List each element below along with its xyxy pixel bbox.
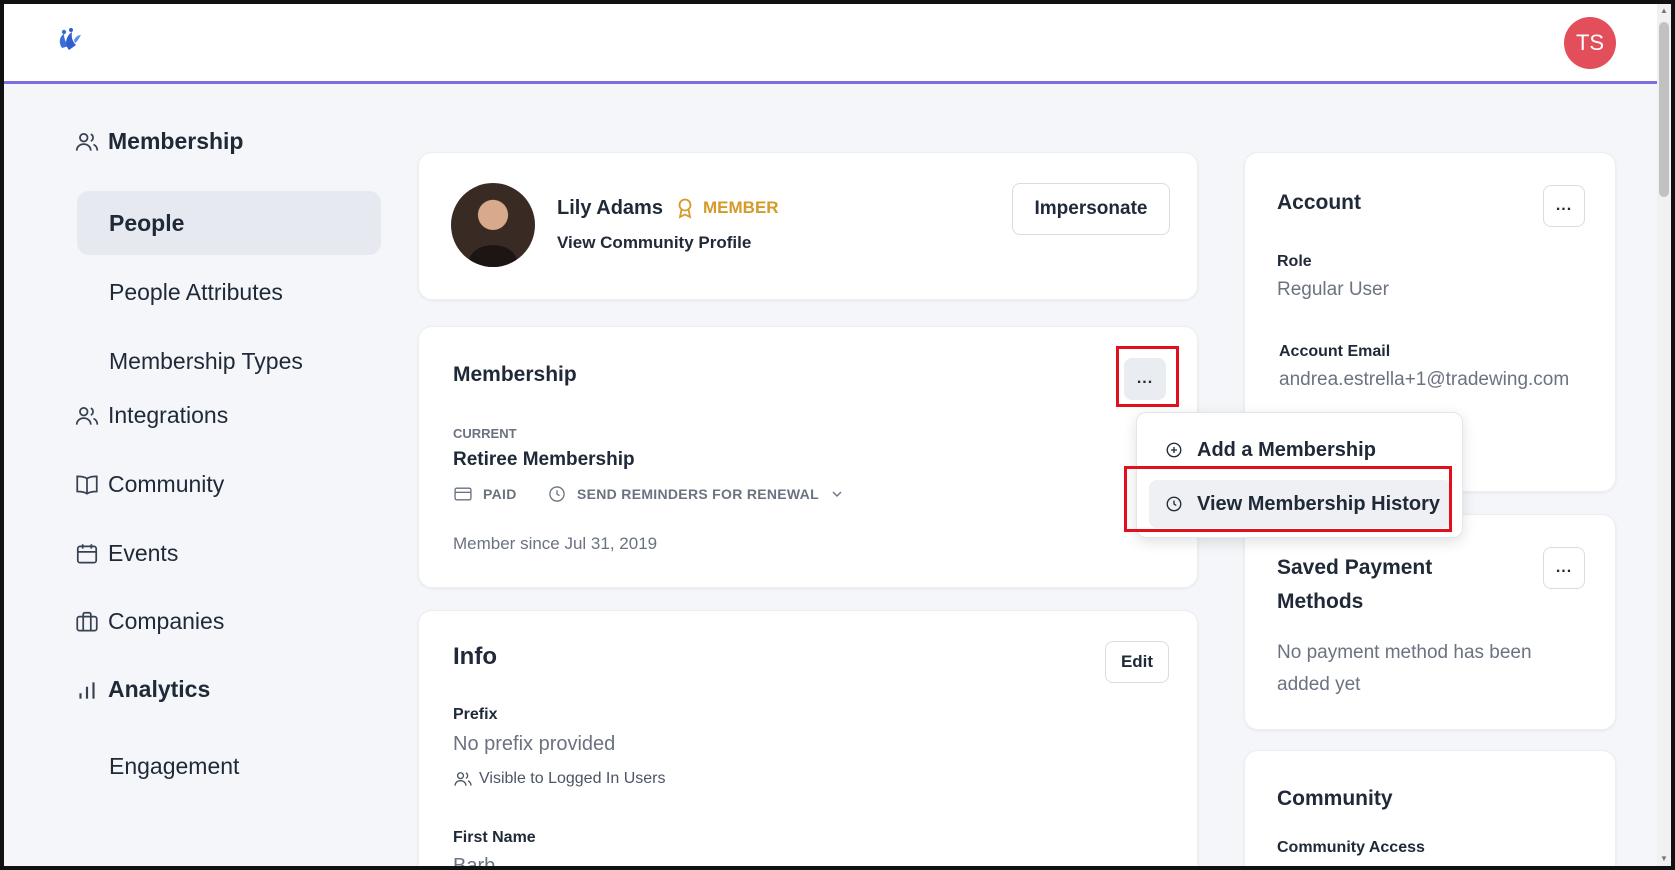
sidebar-section-community[interactable]: Community (74, 471, 224, 498)
membership-card: Membership ... CURRENT Retiree Membershi… (418, 326, 1198, 588)
scroll-up-arrow-icon[interactable]: ▲ (1659, 6, 1669, 16)
sidebar-section-label: Analytics (108, 676, 211, 702)
brand-logo-icon[interactable] (54, 26, 84, 56)
sidebar-section-events[interactable]: Events (74, 540, 178, 567)
payment-card-title-line2: Methods (1277, 590, 1364, 613)
sidebar-section-label: Events (108, 540, 179, 566)
renewal-reminders-toggle[interactable]: SEND REMINDERS FOR RENEWAL (547, 484, 845, 504)
sidebar: Membership People People Attributes Memb… (4, 84, 394, 866)
clock-icon (549, 486, 565, 502)
menu-item-label: View Membership History (1197, 492, 1441, 515)
scrollbar-thumb[interactable] (1659, 22, 1669, 197)
impersonate-button[interactable]: Impersonate (1012, 183, 1170, 235)
profile-avatar (451, 183, 535, 267)
menu-item-label: Add a Membership (1197, 438, 1376, 461)
payment-empty-line2: added yet (1277, 674, 1361, 695)
users-icon (75, 132, 99, 151)
sidebar-item-engagement[interactable]: Engagement (77, 734, 381, 798)
plus-circle-icon (1166, 442, 1182, 458)
chevron-down-icon (832, 491, 842, 497)
first-name-label: First Name (453, 829, 536, 846)
clock-icon (1166, 496, 1182, 512)
payment-status: PAID (453, 484, 517, 504)
payment-methods-card: Saved Payment Methods ... No payment met… (1244, 514, 1616, 730)
visibility-indicator: Visible to Logged In Users (453, 769, 665, 789)
award-icon (678, 198, 692, 219)
sidebar-section-label: Integrations (108, 402, 229, 428)
membership-card-title: Membership (453, 363, 577, 386)
paid-label: PAID (483, 486, 517, 502)
member-since: Member since Jul 31, 2019 (453, 534, 658, 553)
sidebar-item-membership-types[interactable]: Membership Types (77, 329, 381, 393)
member-badge-label: MEMBER (703, 198, 779, 217)
info-card-title: Info (453, 643, 497, 670)
payment-card-title-line1: Saved Payment (1277, 556, 1433, 579)
users-icon (75, 406, 99, 425)
sidebar-section-label: Community (108, 471, 225, 497)
sidebar-section-label: Companies (108, 608, 225, 634)
profile-card: Lily Adams MEMBER View Community Profile… (418, 152, 1198, 300)
briefcase-icon (76, 611, 98, 632)
membership-more-button[interactable]: ... (1124, 358, 1166, 400)
payment-more-button[interactable]: ... (1543, 547, 1585, 589)
edit-button[interactable]: Edit (1105, 641, 1169, 683)
sidebar-item-people[interactable]: People (77, 191, 381, 255)
user-avatar[interactable]: TS (1564, 17, 1616, 69)
menu-item-view-membership-history[interactable]: View Membership History (1149, 480, 1452, 528)
profile-name: Lily Adams (557, 197, 663, 219)
community-card-title: Community (1277, 787, 1393, 810)
info-card: Info Edit Prefix No prefix provided Visi… (418, 610, 1198, 870)
sidebar-section-membership[interactable]: Membership (74, 128, 243, 155)
payment-empty-state: No payment method has been added yet (1277, 637, 1532, 701)
membership-plan-name: Retiree Membership (453, 449, 635, 470)
account-card-title: Account (1277, 191, 1361, 214)
menu-item-add-membership[interactable]: Add a Membership (1149, 426, 1452, 474)
prefix-label: Prefix (453, 706, 498, 723)
scrollbar[interactable]: ▲ ▼ (1657, 4, 1671, 866)
role-label: Role (1277, 253, 1312, 270)
community-card: Community Community Access (1244, 750, 1616, 866)
account-more-button[interactable]: ... (1543, 185, 1585, 227)
top-bar: TS (4, 4, 1671, 84)
sidebar-section-analytics[interactable]: Analytics (74, 676, 210, 703)
account-email-value: andrea.estrella+1@tradewing.com (1279, 369, 1570, 390)
role-value: Regular User (1277, 279, 1389, 300)
community-access-label: Community Access (1277, 839, 1425, 856)
credit-card-icon (454, 487, 472, 501)
calendar-icon (76, 543, 98, 564)
prefix-value: No prefix provided (453, 733, 616, 755)
scroll-down-arrow-icon[interactable]: ▼ (1659, 854, 1669, 864)
visibility-label: Visible to Logged In Users (479, 770, 666, 787)
sidebar-section-integrations[interactable]: Integrations (74, 402, 228, 429)
payment-empty-line1: No payment method has been (1277, 642, 1532, 663)
sidebar-section-label: Membership (108, 128, 244, 154)
sidebar-item-people-attributes[interactable]: People Attributes (77, 260, 381, 324)
first-name-value: Barb (453, 855, 496, 870)
account-email-label: Account Email (1279, 343, 1391, 360)
users-icon (454, 772, 472, 786)
current-label: CURRENT (453, 426, 517, 441)
reminders-label: SEND REMINDERS FOR RENEWAL (577, 486, 819, 502)
member-badge: MEMBER (675, 197, 779, 219)
view-community-profile-link[interactable]: View Community Profile (557, 233, 751, 253)
bar-chart-icon (79, 681, 95, 699)
membership-actions-menu: Add a Membership View Membership History (1136, 412, 1463, 538)
payment-card-title: Saved Payment Methods (1277, 551, 1432, 619)
book-icon (76, 474, 98, 495)
sidebar-section-companies[interactable]: Companies (74, 608, 224, 635)
app-window: TS Membership People People Attributes M… (0, 0, 1675, 870)
